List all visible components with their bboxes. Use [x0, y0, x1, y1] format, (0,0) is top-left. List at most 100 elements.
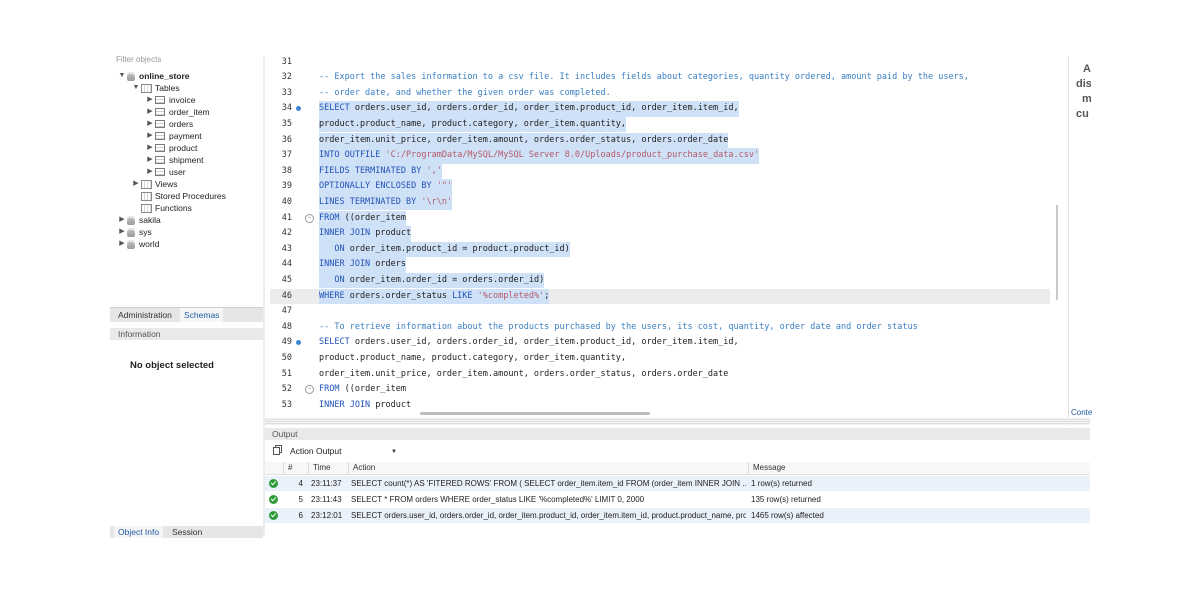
- information-header: Information: [110, 328, 263, 340]
- fold-toggle-icon[interactable]: −: [305, 213, 314, 223]
- expanded-arrow-icon[interactable]: ▼: [118, 70, 126, 82]
- code-line[interactable]: 36 order_item.unit_price, order_item.amou…: [270, 132, 1050, 149]
- output-splitter[interactable]: [265, 418, 1090, 425]
- tree-item[interactable]: ▶ product: [146, 142, 197, 154]
- tab-object-info[interactable]: Object Info: [114, 526, 164, 538]
- code-line[interactable]: 39 OPTIONALLY ENCLOSED BY '"': [270, 179, 1050, 195]
- editor-vertical-scrollbar[interactable]: [1056, 205, 1058, 300]
- information-panel: No object selected: [110, 340, 263, 525]
- code-line[interactable]: 51 order_item.unit_price, order_item.amou…: [270, 367, 1050, 383]
- tree-item[interactable]: ▼ Tables: [132, 82, 180, 94]
- tree-item-label: orders: [169, 119, 194, 129]
- collapsed-arrow-icon[interactable]: ▶: [146, 166, 154, 178]
- chevron-down-icon[interactable]: ▼: [391, 449, 397, 455]
- tree-item-label: sys: [139, 227, 152, 237]
- column-header-action[interactable]: Action: [348, 462, 748, 474]
- code-line[interactable]: 33 -- order date, and whether the given o…: [270, 86, 1050, 102]
- column-header-number[interactable]: #: [283, 462, 308, 474]
- collapsed-arrow-icon[interactable]: ▶: [118, 226, 126, 238]
- code-text: -- To retrieve information about the pro…: [319, 321, 918, 332]
- collapsed-arrow-icon[interactable]: ▶: [118, 214, 126, 226]
- collapsed-arrow-icon[interactable]: ▶: [146, 130, 154, 142]
- collapsed-arrow-icon[interactable]: ▶: [146, 118, 154, 130]
- collapsed-arrow-icon[interactable]: ▶: [146, 154, 154, 166]
- database-icon: [127, 227, 135, 237]
- line-number: 51: [281, 368, 292, 379]
- collapsed-arrow-icon[interactable]: ▶: [118, 238, 126, 250]
- tab-session[interactable]: Session: [168, 526, 206, 538]
- collapsed-arrow-icon[interactable]: ▶: [146, 142, 154, 154]
- code-line[interactable]: 37 INTO OUTFILE 'C:/ProgramData/MySQL/MyS…: [270, 148, 1050, 164]
- code-line[interactable]: 41 − FROM ((order_item: [270, 210, 1050, 227]
- code-line[interactable]: 43 ON order_item.product_id = product.pr…: [270, 241, 1050, 258]
- code-line[interactable]: 50 product.product_name, product.category…: [270, 351, 1050, 367]
- tree-item-label: world: [139, 239, 160, 249]
- tree-item[interactable]: ▼ online_store: [118, 70, 190, 82]
- tree-item[interactable]: ▶ invoice: [146, 94, 195, 106]
- filter-objects-input[interactable]: Filter objects: [110, 56, 263, 65]
- line-number: 37: [281, 150, 292, 161]
- code-line[interactable]: 34 SELECT orders.user_id, orders.order_id…: [270, 101, 1050, 117]
- sql-editor[interactable]: 31 32 -- Export the sales information to a…: [270, 56, 1050, 413]
- code-line[interactable]: 46 WHERE orders.order_status LIKE '%compl…: [270, 288, 1050, 305]
- tab-context-help[interactable]: Conte: [1071, 408, 1092, 417]
- cell-action: SELECT * FROM orders WHERE order_status …: [351, 495, 645, 504]
- help-text-line: m: [1082, 93, 1091, 105]
- tab-administration[interactable]: Administration: [114, 308, 176, 322]
- output-type-select[interactable]: Action Output: [285, 445, 397, 458]
- collapsed-arrow-icon[interactable]: ▶: [146, 106, 154, 118]
- code-line[interactable]: 38 FIELDS TERMINATED BY ',': [270, 163, 1050, 180]
- tree-item[interactable]: ▶ Views: [132, 178, 177, 190]
- cell-message: 1465 row(s) affected: [751, 511, 824, 520]
- code-line[interactable]: 53 INNER JOIN product: [270, 398, 1050, 413]
- tree-item[interactable]: ▶ payment: [146, 130, 201, 142]
- tree-item[interactable]: ▶ sakila: [118, 214, 160, 226]
- table-row[interactable]: 5 23:11:43 SELECT * FROM orders WHERE orde…: [265, 492, 1090, 507]
- tree-item-label: Tables: [155, 83, 180, 93]
- output-toolbar: Action Output ▼: [265, 444, 1090, 460]
- code-line[interactable]: 49 SELECT orders.user_id, orders.order_id…: [270, 335, 1050, 351]
- expanded-arrow-icon[interactable]: ▼: [132, 82, 140, 94]
- tree-item[interactable]: Stored Procedures: [132, 190, 226, 202]
- tree-item[interactable]: Functions: [132, 202, 192, 214]
- editor-horizontal-scrollbar[interactable]: [420, 412, 650, 415]
- tree-item-label: invoice: [169, 95, 196, 105]
- column-header-message[interactable]: Message: [748, 462, 1090, 474]
- collapsed-arrow-icon[interactable]: ▶: [146, 94, 154, 106]
- tree-item[interactable]: ▶ order_item: [146, 106, 209, 118]
- table-icon: [155, 132, 165, 140]
- tree-item[interactable]: ▶ orders: [146, 118, 193, 130]
- tab-schemas[interactable]: Schemas: [180, 308, 224, 322]
- cell-message: 135 row(s) returned: [751, 495, 821, 504]
- table-row[interactable]: 6 23:12:01 SELECT orders.user_id, orders.o…: [265, 508, 1090, 523]
- line-number: 49: [281, 337, 292, 348]
- database-icon: [127, 71, 135, 81]
- code-line[interactable]: 31: [270, 56, 1050, 70]
- line-number: 52: [281, 384, 292, 395]
- code-line[interactable]: 45 ON order_item.order_id = orders.order…: [270, 272, 1050, 289]
- fold-toggle-icon[interactable]: −: [305, 385, 314, 395]
- code-line[interactable]: 42 INNER JOIN product: [270, 226, 1050, 242]
- tree-item[interactable]: ▶ world: [118, 238, 159, 250]
- column-header-time[interactable]: Time: [308, 462, 348, 474]
- line-number: 31: [281, 56, 292, 67]
- cell-number: 4: [298, 479, 303, 488]
- tree-item-label: user: [169, 167, 186, 177]
- code-line[interactable]: 32 -- Export the sales information to a c…: [270, 70, 1050, 86]
- code-text: SELECT orders.user_id, orders.order_id, …: [319, 337, 739, 348]
- copy-icon[interactable]: [273, 447, 280, 455]
- tree-item[interactable]: ▶ shipment: [146, 154, 203, 166]
- code-text: -- Export the sales information to a csv…: [319, 72, 969, 83]
- code-line[interactable]: 52 − FROM ((order_item: [270, 382, 1050, 398]
- code-line[interactable]: 47: [270, 304, 1050, 320]
- code-line[interactable]: 40 LINES TERMINATED BY '\r\n': [270, 194, 1050, 211]
- code-line[interactable]: 35 product.product_name, product.category…: [270, 116, 1050, 133]
- code-line[interactable]: 48 -- To retrieve information about the p…: [270, 320, 1050, 336]
- table-row[interactable]: 4 23:11:37 SELECT count(*) AS 'FITERED ROW…: [265, 476, 1090, 491]
- collapsed-arrow-icon[interactable]: ▶: [132, 178, 140, 190]
- help-text-line: dis: [1076, 78, 1091, 90]
- info-tabs: Object Info Session: [110, 526, 263, 538]
- code-line[interactable]: 44 INNER JOIN orders: [270, 257, 1050, 273]
- tree-item[interactable]: ▶ sys: [118, 226, 152, 238]
- tree-item[interactable]: ▶ user: [146, 166, 186, 178]
